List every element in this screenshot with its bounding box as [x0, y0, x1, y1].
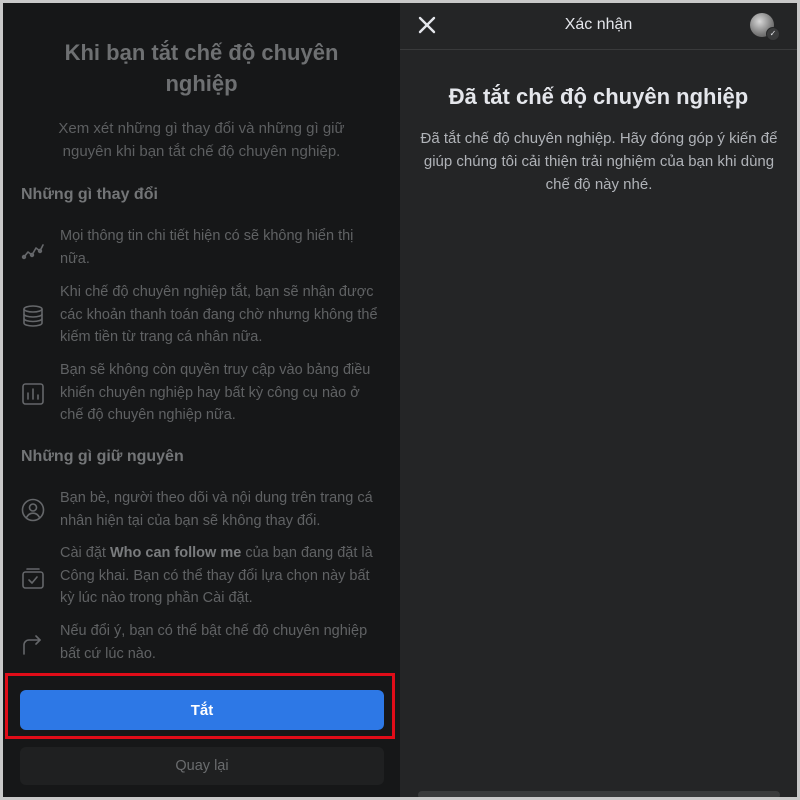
panel-subtitle: Xem xét những gì thay đổi và những gì gi… [58, 120, 345, 160]
changes-heading: Những gì thay đổi [21, 186, 158, 203]
panel-title: Khi bạn tắt chế độ chuyên nghiệp [64, 40, 339, 96]
list-item-text: Cài đặt Who can follow me của bạn đang đ… [60, 545, 373, 606]
screenshot-frame: Khi bạn tắt chế độ chuyên nghiệp Xem xét… [3, 3, 797, 797]
go-back-button[interactable]: Quay lại [20, 747, 384, 785]
list-item-text: Nếu đổi ý, bạn có thể bật chế độ chuyên … [60, 623, 368, 662]
list-item-text: Mọi thông tin chi tiết hiện có sẽ không … [60, 228, 354, 267]
check-badge-icon: ✓ [766, 27, 780, 41]
list-item-text: Bạn bè, người theo dõi và nội dung trên … [60, 490, 373, 529]
person-circle-icon [20, 497, 46, 523]
confirmation-message: Đã tắt chế độ chuyên nghiệp. Hãy đóng gó… [420, 130, 778, 193]
trend-line-icon [20, 238, 46, 264]
turn-off-button[interactable]: Tắt [20, 690, 384, 730]
top-bar: Xác nhận ✓ [400, 3, 797, 50]
bottom-button-edge [418, 791, 780, 797]
coin-stack-icon [20, 303, 46, 329]
page-title: Xác nhận [564, 16, 633, 33]
checkbox-tray-icon [20, 566, 46, 592]
same-heading: Những gì giữ nguyên [21, 448, 184, 465]
confirmation-heading: Đã tắt chế độ chuyên nghiệp [448, 84, 749, 109]
redo-arrow-icon [20, 632, 46, 658]
list-item-text: Bạn sẽ không còn quyền truy cập vào bảng… [60, 362, 371, 423]
confirmation-panel: Xác nhận ✓ Đã tắt chế độ chuyên nghiệp Đ… [400, 3, 797, 797]
list-item-text: Khi chế độ chuyên nghiệp tắt, bạn sẽ nhậ… [60, 284, 378, 345]
setting-name: Who can follow me [109, 545, 242, 561]
turn-off-info-panel: Khi bạn tắt chế độ chuyên nghiệp Xem xét… [3, 3, 400, 797]
bar-chart-icon [20, 381, 46, 407]
